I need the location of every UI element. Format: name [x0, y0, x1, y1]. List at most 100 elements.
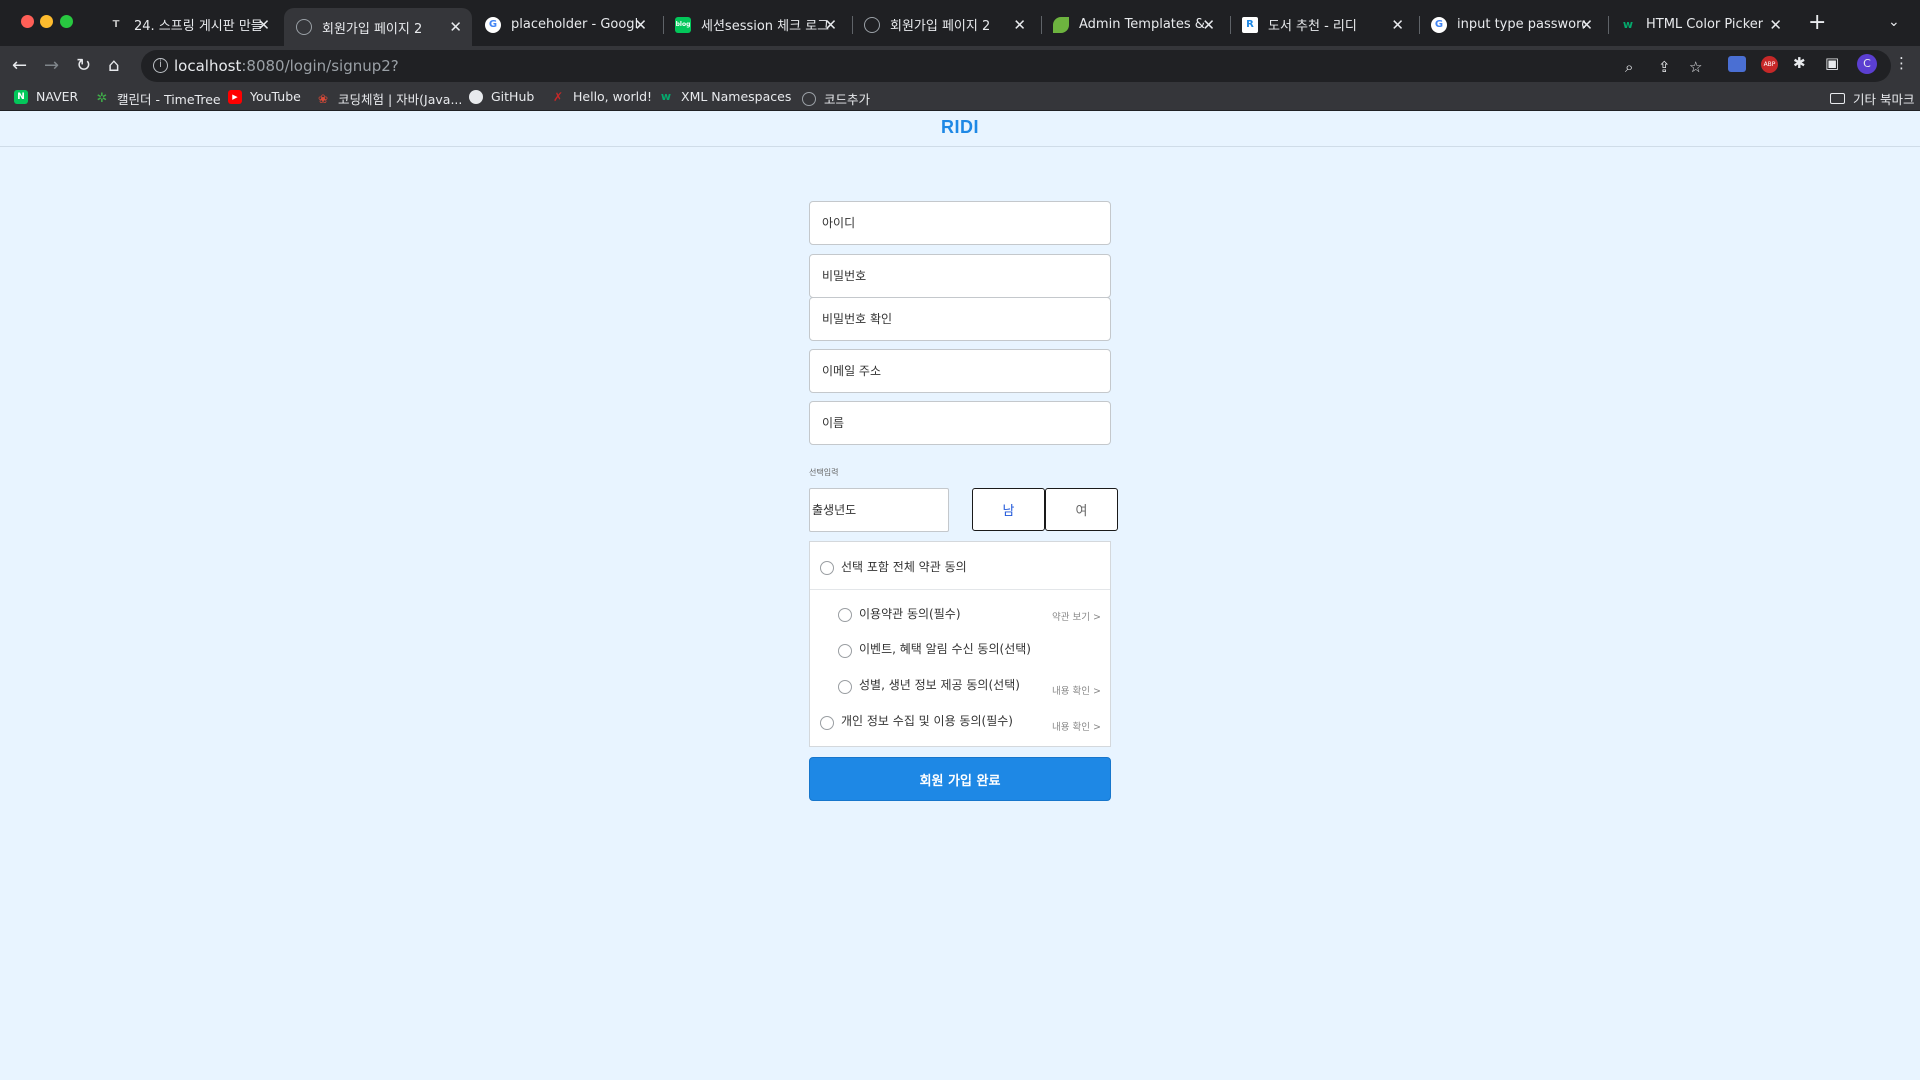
other-bookmarks[interactable]: 기타 북마크: [1830, 89, 1914, 108]
maximize-window-button[interactable]: [60, 15, 73, 28]
email-input[interactable]: [810, 350, 1110, 392]
minimize-window-button[interactable]: [40, 15, 53, 28]
id-input[interactable]: [810, 202, 1110, 244]
email-field[interactable]: [809, 349, 1111, 393]
browser-tab[interactable]: R 도서 추천 - 리디 ✕: [1230, 9, 1414, 40]
radio-all[interactable]: [820, 561, 834, 575]
tab-title: 도서 추천 - 리디: [1268, 19, 1357, 34]
browser-toolbar: ← → ↻ ⌂ i localhost:8080/login/signup2? …: [0, 46, 1920, 86]
close-tab-icon[interactable]: ✕: [1769, 16, 1782, 34]
birth-year-field[interactable]: [809, 488, 949, 532]
bookmark-item[interactable]: ✗ Hello, world!: [551, 89, 652, 104]
forward-arrow-icon[interactable]: →: [44, 55, 59, 77]
tab-title: 24. 스프링 게시판 만들기: [134, 19, 262, 34]
close-tab-icon[interactable]: ✕: [257, 16, 270, 34]
close-tab-icon[interactable]: ✕: [634, 16, 647, 34]
radio-event-notification[interactable]: [838, 644, 852, 658]
radio-gender-birth-info[interactable]: [838, 680, 852, 694]
terms-all-label: 선택 포함 전체 약관 동의: [841, 560, 967, 574]
terms-all-row[interactable]: 선택 포함 전체 약관 동의: [810, 542, 1110, 590]
ridi-logo[interactable]: RIDI: [0, 117, 1920, 138]
close-tab-icon[interactable]: ✕: [1391, 16, 1404, 34]
blog-icon: blog: [675, 16, 691, 33]
browser-tab[interactable]: G input type password ✕: [1419, 9, 1603, 40]
view-content-link[interactable]: 내용 확인 >: [1052, 719, 1101, 733]
tab-title: Admin Templates & Da: [1079, 17, 1207, 32]
terms-item-label: 개인 정보 수집 및 이용 동의(필수): [841, 714, 1013, 728]
extensions-icon[interactable]: ✱: [1793, 54, 1806, 72]
password-input[interactable]: [810, 255, 1110, 297]
terms-item-label: 이용약관 동의(필수): [859, 607, 961, 621]
bookmark-item[interactable]: ✲ 캘린더 - TimeTree: [95, 89, 221, 108]
leaf-icon: [1053, 16, 1069, 33]
browser-tab[interactable]: w HTML Color Picker ✕: [1608, 9, 1792, 40]
close-tab-icon[interactable]: ✕: [1580, 16, 1593, 34]
id-field[interactable]: [809, 201, 1111, 245]
bookmarks-bar: N NAVER ✲ 캘린더 - TimeTree ▶ YouTube ❀ 코딩체험 | …: [0, 86, 1920, 111]
signup-submit-button[interactable]: 회원 가입 완료: [809, 757, 1111, 801]
home-icon[interactable]: ⌂: [108, 55, 119, 77]
tab-title: 회원가입 페이지 2: [322, 21, 423, 37]
avatar[interactable]: C: [1857, 54, 1877, 74]
view-terms-link[interactable]: 약관 보기 >: [1052, 609, 1101, 623]
side-panel-icon[interactable]: ▣: [1825, 54, 1839, 72]
info-icon[interactable]: i: [153, 58, 168, 73]
w3schools-icon: w: [660, 90, 672, 103]
bookmark-item[interactable]: ▶ YouTube: [228, 89, 301, 104]
password-field[interactable]: [809, 254, 1111, 298]
url-text[interactable]: localhost:8080/login/signup2?: [174, 57, 399, 75]
browser-tab[interactable]: 회원가입 페이지 2 ✕: [852, 9, 1036, 40]
browser-tab[interactable]: Admin Templates & Da ✕: [1041, 9, 1225, 40]
x-icon: ✗: [552, 89, 564, 104]
password-confirm-field[interactable]: [809, 297, 1111, 341]
view-content-link[interactable]: 내용 확인 >: [1052, 683, 1101, 697]
tab-bar: T 24. 스프링 게시판 만들기 ✕ 회원가입 페이지 2 ✕ G place…: [0, 0, 1920, 46]
close-window-button[interactable]: [21, 15, 34, 28]
tab-title: 세션session 체크 로그인: [701, 19, 829, 34]
browser-tab-active[interactable]: 회원가입 페이지 2 ✕: [284, 8, 472, 46]
tab-title: HTML Color Picker: [1646, 17, 1764, 32]
chevron-down-icon[interactable]: ⌄: [1888, 14, 1900, 30]
back-arrow-icon[interactable]: ←: [12, 55, 27, 77]
browser-tab[interactable]: blog 세션session 체크 로그인 ✕: [663, 9, 847, 40]
terms-item-label: 성별, 생년 정보 제공 동의(선택): [859, 678, 1020, 692]
code-icon: ❀: [317, 91, 329, 106]
name-field[interactable]: [809, 401, 1111, 445]
close-tab-icon[interactable]: ✕: [1202, 16, 1215, 34]
gender-female-button[interactable]: 여: [1045, 488, 1118, 531]
close-tab-icon[interactable]: ✕: [1013, 16, 1026, 34]
adblock-icon[interactable]: ABP: [1761, 56, 1778, 73]
gender-male-button[interactable]: 남: [972, 488, 1045, 531]
radio-privacy-policy[interactable]: [820, 716, 834, 730]
google-icon: G: [485, 16, 501, 33]
close-tab-icon[interactable]: ✕: [449, 18, 462, 36]
new-tab-button[interactable]: +: [1808, 10, 1826, 35]
bookmark-item[interactable]: ❀ 코딩체험 | 자바(Java...: [316, 89, 462, 108]
terms-item-label: 이벤트, 혜택 알림 수신 동의(선택): [859, 642, 1031, 656]
bookmark-item[interactable]: w XML Namespaces: [659, 89, 791, 104]
github-icon: [469, 89, 483, 104]
zoom-icon[interactable]: ⌕: [1625, 58, 1633, 76]
optional-input-label: 선택입력: [809, 468, 839, 477]
browser-tab[interactable]: G placeholder - Google ✕: [473, 9, 657, 40]
translate-icon[interactable]: [1728, 56, 1746, 72]
w3schools-icon: w: [1622, 18, 1634, 31]
terms-box: 선택 포함 전체 약관 동의 이용약관 동의(필수) 약관 보기 > 이벤트, …: [809, 541, 1111, 747]
bookmark-item[interactable]: N NAVER: [14, 89, 78, 104]
folder-icon: [1830, 93, 1845, 104]
bookmark-star-icon[interactable]: ☆: [1689, 58, 1702, 76]
share-icon[interactable]: ⇪: [1658, 58, 1671, 76]
close-tab-icon[interactable]: ✕: [824, 16, 837, 34]
browser-tab[interactable]: T 24. 스프링 게시판 만들기 ✕: [96, 9, 280, 40]
bookmark-item[interactable]: GitHub: [469, 89, 534, 104]
password-confirm-input[interactable]: [810, 298, 1110, 340]
naver-icon: N: [14, 89, 28, 104]
timetree-icon: ✲: [96, 91, 108, 106]
bookmark-item[interactable]: 코드추가: [802, 89, 870, 108]
name-input[interactable]: [810, 402, 1110, 444]
birth-year-input[interactable]: [810, 489, 948, 531]
more-menu-icon[interactable]: ⋮: [1894, 54, 1909, 72]
address-bar[interactable]: i localhost:8080/login/signup2? ⌕ ⇪ ☆: [141, 50, 1891, 82]
reload-icon[interactable]: ↻: [76, 55, 91, 77]
radio-terms-of-use[interactable]: [838, 608, 852, 622]
